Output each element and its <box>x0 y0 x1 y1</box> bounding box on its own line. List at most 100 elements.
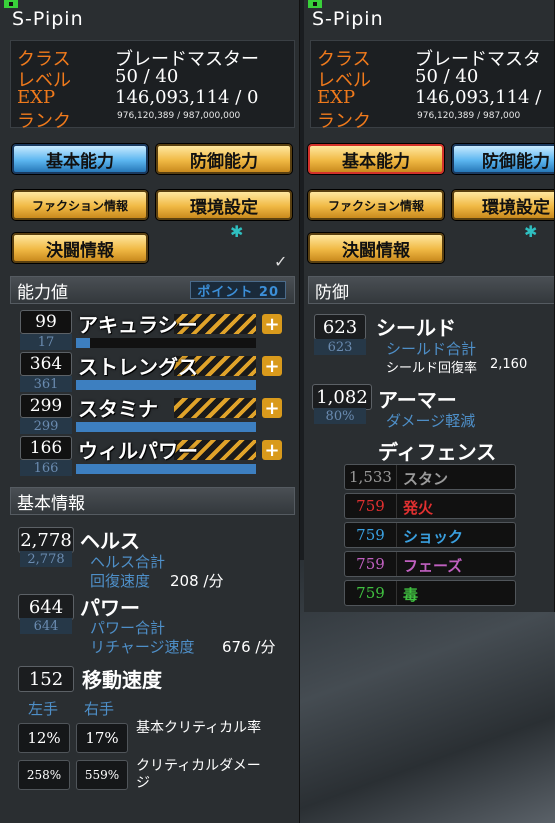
exp-label: EXP <box>17 87 56 108</box>
tab-defense-ability[interactable]: 防御能力 <box>156 144 292 174</box>
shield-sub-value: 623 <box>314 339 366 355</box>
health-regen-value: 208 /分 <box>170 572 224 590</box>
character-summary: クラス ブレードマスタ レベル 50 / 40 EXP 146,093,114 … <box>310 40 554 132</box>
rank-label: ランク <box>317 111 371 132</box>
rank-value: 976,120,389 / 987,000,000 <box>117 111 241 121</box>
tab-duel-info[interactable]: 決闘情報 <box>12 233 148 263</box>
tab-basic-ability[interactable]: 基本能力 <box>308 144 444 174</box>
crit-left-value: 12% <box>18 723 70 753</box>
window-title: S-Pipin <box>312 8 384 30</box>
resistance-value: 759 <box>345 581 397 605</box>
stat-plus-icon[interactable]: + <box>262 314 282 335</box>
stat-progress-fill <box>76 464 256 474</box>
tab-faction-info[interactable]: ファクション情報 <box>12 190 148 220</box>
damage-reduction-label: ダメージ軽減 <box>386 412 476 430</box>
stat-progress-bar <box>76 464 256 474</box>
level-value: 50 / 40 <box>415 66 479 87</box>
resistance-value: 1,533 <box>345 465 397 489</box>
resistance-label: 発火 <box>403 499 434 517</box>
stat-plus-icon[interactable]: + <box>262 440 282 461</box>
power-total-label: パワー合計 <box>90 619 166 637</box>
window-grip-icon[interactable] <box>308 0 322 8</box>
stats-section-header: 能力値 ポイント 20 <box>10 276 295 304</box>
stat-sub-value: 17 <box>20 334 72 350</box>
power-recharge-label: リチャージ速度 <box>90 638 195 656</box>
stat-value: 99 <box>20 310 72 334</box>
stat-sub-value: 299 <box>20 418 72 434</box>
health-value: 2,778 <box>18 527 74 553</box>
resistance-row: 759 フェーズ <box>344 551 516 577</box>
exp-value: 146,093,114 / 0 <box>115 87 259 108</box>
level-value: 50 / 40 <box>115 66 179 87</box>
stat-value: 166 <box>20 436 72 460</box>
health-sub-value: 2,778 <box>20 551 72 567</box>
tab-settings[interactable]: 環境設定 <box>156 190 292 220</box>
stat-name: スタミナ <box>78 397 158 421</box>
stat-sub-value: 166 <box>20 460 72 476</box>
health-label: ヘルス <box>80 529 140 553</box>
power-recharge-value: 676 /分 <box>222 638 276 656</box>
defense-section-header: 防御 <box>308 276 554 304</box>
power-sub-value: 644 <box>20 618 72 634</box>
shield-total-label: シールド合計 <box>386 340 477 358</box>
exp-label: EXP <box>317 87 356 108</box>
resistance-value: 759 <box>345 552 397 576</box>
health-total-label: ヘルス合計 <box>90 553 166 571</box>
stat-progress-bar <box>76 338 256 348</box>
health-regen-label: 回復速度 <box>90 572 151 590</box>
tab-basic-ability[interactable]: 基本能力 <box>12 144 148 174</box>
stat-name: ウィルパワー <box>78 439 198 463</box>
sparkle-icon: ✱ <box>524 222 538 241</box>
stat-sub-value: 361 <box>20 376 72 392</box>
stat-progress-fill <box>76 380 256 390</box>
armor-value: 1,082 <box>312 384 372 410</box>
character-info-window-left: S-Pipin クラス ブレードマスター レベル 50 / 40 EXP 146… <box>0 0 300 823</box>
cursor-icon: ✓ <box>274 252 288 271</box>
shield-label: シールド <box>376 316 456 340</box>
resistance-row: 1,533 スタン <box>344 464 516 490</box>
stat-value: 299 <box>20 394 72 418</box>
stat-plus-icon[interactable]: + <box>262 356 282 377</box>
stat-name: ストレングス <box>78 355 198 379</box>
sparkle-icon: ✱ <box>230 222 244 241</box>
crit-damage-label: クリティカルダメージ <box>136 758 261 791</box>
armor-label: アーマー <box>378 388 457 412</box>
window-grip-icon[interactable] <box>4 0 18 8</box>
stat-progress-bar <box>76 380 256 390</box>
tab-faction-info[interactable]: ファクション情報 <box>308 190 444 220</box>
stat-progress-bar <box>76 422 256 432</box>
resistance-label: スタン <box>403 470 449 488</box>
left-hand-label: 左手 <box>28 700 59 718</box>
defence-header: ディフェンス <box>378 440 497 464</box>
stat-plus-icon[interactable]: + <box>262 398 282 419</box>
stat-value: 364 <box>20 352 72 376</box>
tab-settings[interactable]: 環境設定 <box>452 190 554 220</box>
character-summary: クラス ブレードマスター レベル 50 / 40 EXP 146,093,114… <box>10 40 295 132</box>
exp-value: 146,093,114 / <box>415 87 542 108</box>
stat-progress-fill <box>76 422 256 432</box>
move-speed-value: 152 <box>18 666 74 692</box>
shield-regen-value: 2,160 <box>490 357 528 372</box>
stat-points: ポイント 20 <box>190 281 286 300</box>
crit-right-value: 17% <box>76 723 128 753</box>
armor-reduction-value: 80% <box>314 408 366 424</box>
stat-name: アキュラシー <box>78 313 198 337</box>
resistance-label: ショック <box>403 528 464 546</box>
shield-regen-label: シールド回復率 <box>386 361 478 376</box>
rank-label: ランク <box>17 111 71 132</box>
power-value: 644 <box>18 594 74 620</box>
stat-progress-fill <box>76 338 91 348</box>
right-hand-label: 右手 <box>84 700 115 718</box>
crit-damage-right-value: 559% <box>76 760 128 790</box>
tab-defense-ability[interactable]: 防御能力 <box>452 144 554 174</box>
move-speed-label: 移動速度 <box>82 668 162 692</box>
resistance-label: フェーズ <box>403 557 463 575</box>
stat-stripe-decoration <box>174 398 256 418</box>
resistance-value: 759 <box>345 494 397 518</box>
resistance-row: 759 毒 <box>344 580 516 606</box>
resistance-value: 759 <box>345 523 397 547</box>
crit-damage-left-value: 258% <box>18 760 70 790</box>
tab-duel-info[interactable]: 決闘情報 <box>308 233 444 263</box>
character-info-window-right: S-Pipin クラス ブレードマスタ レベル 50 / 40 EXP 146,… <box>304 0 555 612</box>
rank-value: 976,120,389 / 987,000 <box>417 111 521 121</box>
